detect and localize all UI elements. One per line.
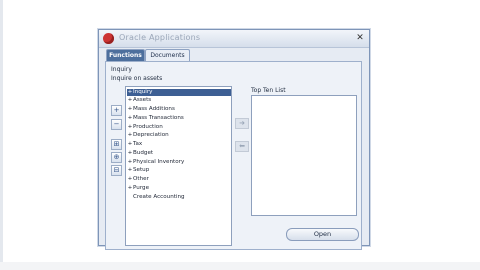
expand-all-children-icon[interactable]: ⊕ (111, 152, 122, 163)
background-bottom (0, 262, 480, 270)
top-ten-list[interactable] (251, 95, 357, 216)
list-item[interactable]: +Purge (127, 185, 231, 192)
background-edge (0, 0, 3, 270)
tab-documents[interactable]: Documents (145, 49, 190, 61)
list-item[interactable]: +Inquiry (127, 89, 231, 96)
oracle-logo-icon (103, 33, 114, 44)
list-item[interactable]: +Other (127, 176, 231, 183)
list-item[interactable]: +Setup (127, 167, 231, 174)
list-item[interactable]: +Assets (127, 97, 231, 104)
window-title: Oracle Applications (119, 33, 201, 42)
arrow-left-icon[interactable]: ⬅ (235, 141, 249, 152)
collapse-branch-icon[interactable]: − (111, 119, 122, 130)
section-heading: Inquiry (111, 66, 132, 73)
window-titlebar[interactable]: Oracle Applications ✕ (99, 30, 369, 48)
top-ten-label: Top Ten List (251, 87, 286, 94)
list-item[interactable]: +Depreciation (127, 132, 231, 139)
list-item[interactable]: Create Accounting (127, 194, 231, 201)
open-button[interactable]: Open (286, 228, 359, 241)
tab-functions[interactable]: Functions (106, 49, 145, 61)
list-item[interactable]: +Tax (127, 141, 231, 148)
list-item[interactable]: +Production (127, 124, 231, 131)
section-description: Inquire on assets (111, 75, 163, 82)
arrow-right-icon[interactable]: ➜ (235, 118, 249, 129)
list-item[interactable]: +Mass Transactions (127, 115, 231, 122)
function-list[interactable]: +Inquiry +Assets +Mass Additions +Mass T… (125, 86, 232, 246)
expand-branch-icon[interactable]: + (111, 105, 122, 116)
list-item[interactable]: +Budget (127, 150, 231, 157)
close-icon[interactable]: ✕ (354, 32, 366, 44)
collapse-all-icon[interactable]: ⊟ (111, 165, 122, 176)
list-item[interactable]: +Physical Inventory (127, 159, 231, 166)
expand-all-icon[interactable]: ⊞ (111, 139, 122, 150)
list-item[interactable]: +Mass Additions (127, 106, 231, 113)
